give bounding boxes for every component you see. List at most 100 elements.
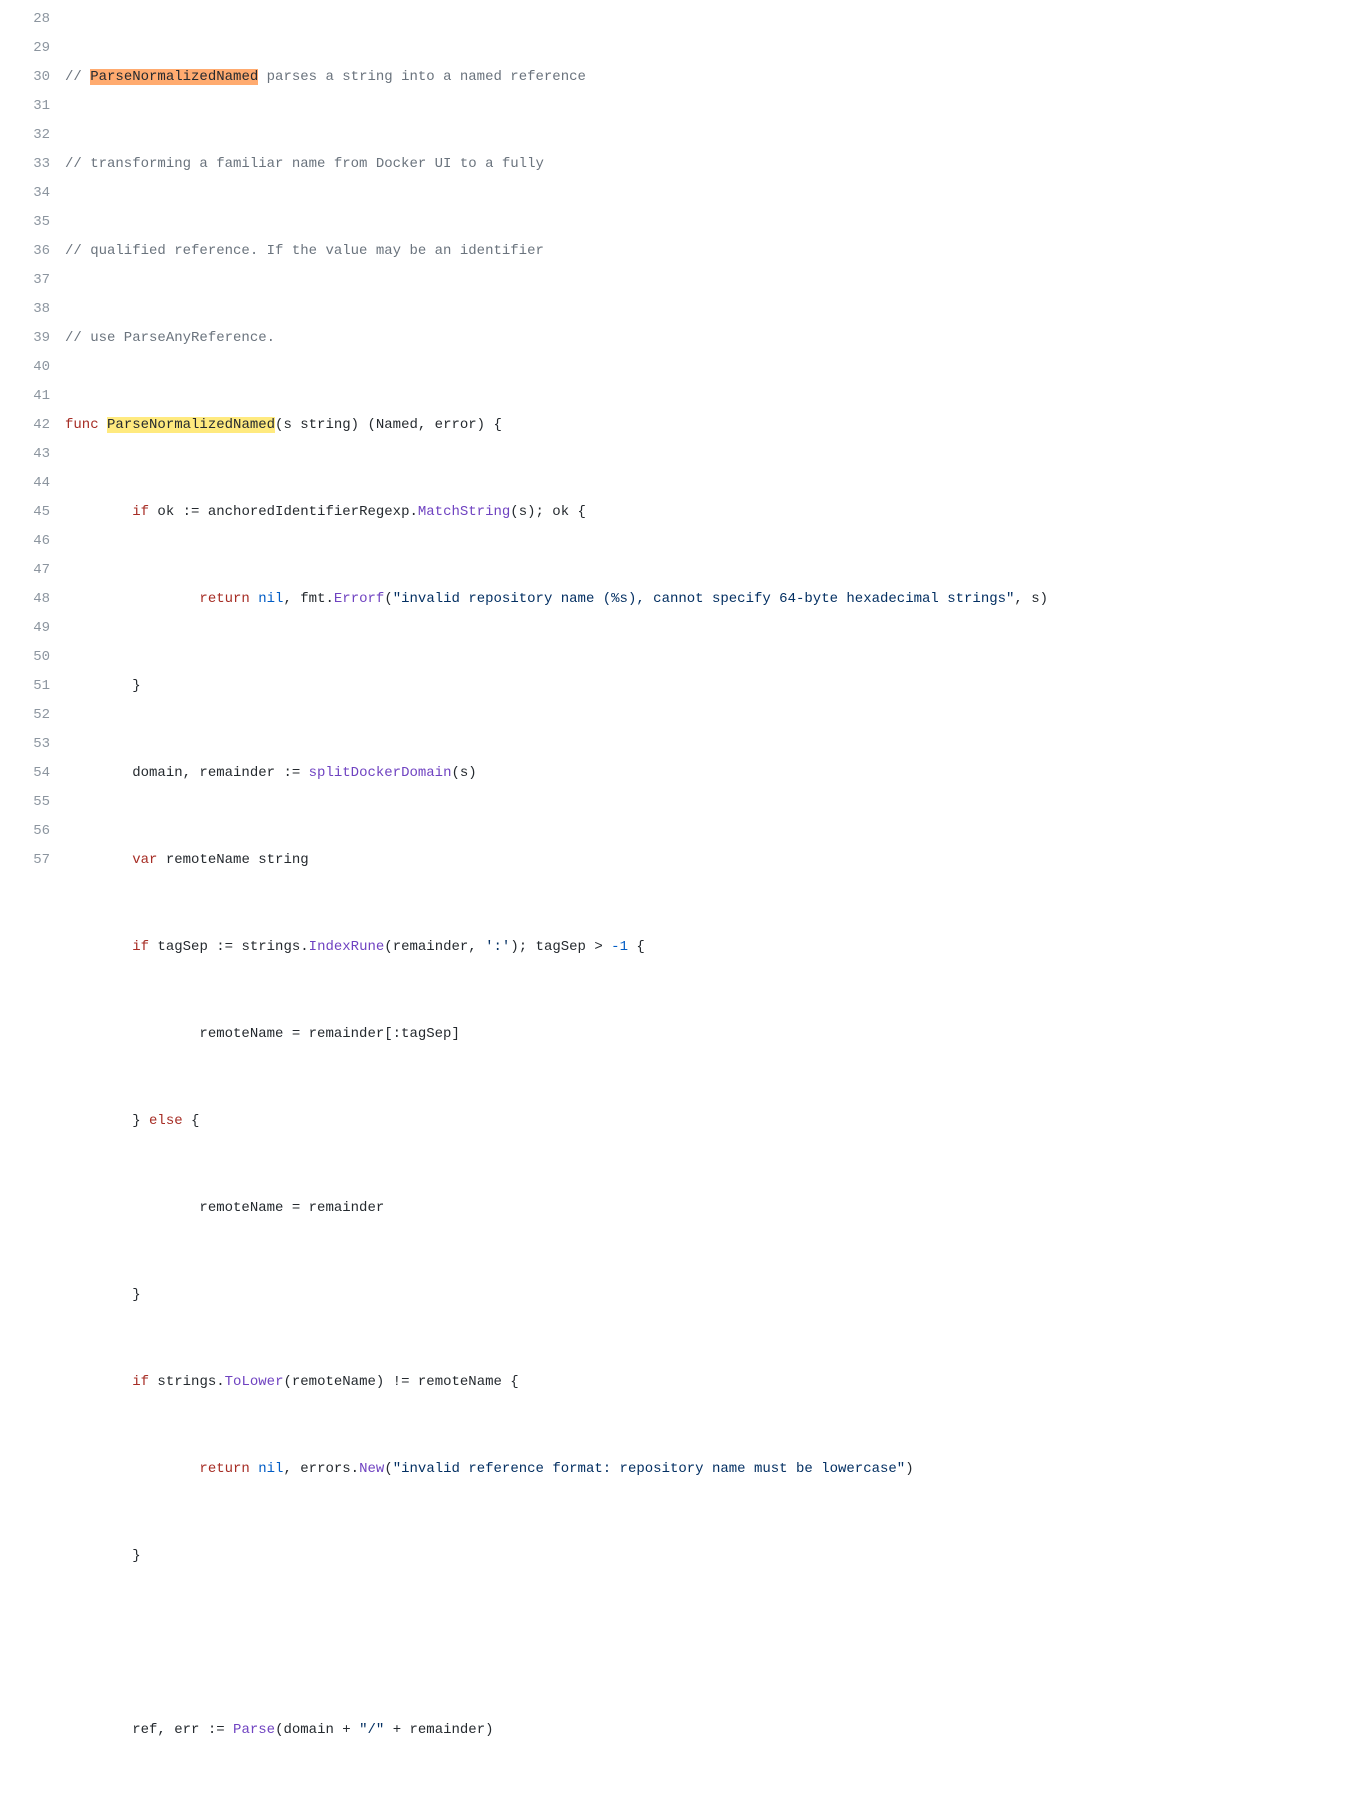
indent <box>65 1461 199 1477</box>
code-line: if ok := anchoredIdentifierRegexp.MatchS… <box>65 498 1367 527</box>
function-call: New <box>359 1461 384 1477</box>
space <box>250 1461 258 1477</box>
code-line: } <box>65 1281 1367 1310</box>
code-text: remoteName string <box>157 852 308 868</box>
code-line: } else { <box>65 1107 1367 1136</box>
nil-literal: nil <box>258 1461 283 1477</box>
line-number[interactable]: 28 <box>0 5 50 34</box>
indent <box>65 852 132 868</box>
comment-text: // use ParseAnyReference. <box>65 330 275 346</box>
keyword: return <box>199 1461 249 1477</box>
line-number[interactable]: 32 <box>0 121 50 150</box>
code-line: if tagSep := strings.IndexRune(remainder… <box>65 933 1367 962</box>
comment-text: // qualified reference. If the value may… <box>65 243 544 259</box>
code-line: remoteName = remainder <box>65 1194 1367 1223</box>
code-container: 28 29 30 31 32 33 34 35 36 37 38 39 40 4… <box>0 0 1367 1810</box>
line-number[interactable]: 36 <box>0 237 50 266</box>
string-literal: "/" <box>359 1722 384 1738</box>
code-text: err != <box>149 1809 216 1810</box>
indent <box>65 591 199 607</box>
line-number[interactable]: 53 <box>0 730 50 759</box>
line-number[interactable]: 30 <box>0 63 50 92</box>
indent <box>65 765 132 781</box>
line-number[interactable]: 43 <box>0 440 50 469</box>
line-number[interactable]: 37 <box>0 266 50 295</box>
code-text: ref, err := <box>132 1722 233 1738</box>
line-number[interactable]: 47 <box>0 556 50 585</box>
line-number[interactable]: 33 <box>0 150 50 179</box>
line-number[interactable]: 44 <box>0 469 50 498</box>
code-line: remoteName = remainder[:tagSep] <box>65 1020 1367 1049</box>
code-area[interactable]: // ParseNormalizedNamed parses a string … <box>65 5 1367 1810</box>
line-number[interactable]: 42 <box>0 411 50 440</box>
code-text: (domain + <box>275 1722 359 1738</box>
string-literal: ':' <box>485 939 510 955</box>
code-text: + remainder) <box>384 1722 493 1738</box>
function-call: splitDockerDomain <box>309 765 452 781</box>
code-text: (s string) (Named, error) { <box>275 417 502 433</box>
code-text: , errors. <box>283 1461 359 1477</box>
line-number[interactable]: 52 <box>0 701 50 730</box>
line-number[interactable]: 40 <box>0 353 50 382</box>
code-line: var remoteName string <box>65 846 1367 875</box>
function-call: Parse <box>233 1722 275 1738</box>
code-text: ( <box>384 591 392 607</box>
function-call: IndexRune <box>309 939 385 955</box>
line-number[interactable]: 56 <box>0 817 50 846</box>
indent <box>65 939 132 955</box>
keyword: if <box>132 1374 149 1390</box>
highlight-yellow-funcname: ParseNormalizedNamed <box>107 417 275 433</box>
string-literal: "invalid repository name (%s), cannot sp… <box>393 591 1015 607</box>
line-number[interactable]: 34 <box>0 179 50 208</box>
line-number[interactable]: 55 <box>0 788 50 817</box>
code-text: { <box>628 939 645 955</box>
line-number[interactable]: 49 <box>0 614 50 643</box>
indent <box>65 1548 132 1564</box>
indent <box>65 1374 132 1390</box>
line-number[interactable]: 35 <box>0 208 50 237</box>
code-text: { <box>241 1809 258 1810</box>
line-number[interactable]: 46 <box>0 527 50 556</box>
code-line: return nil, errors.New("invalid referenc… <box>65 1455 1367 1484</box>
line-number[interactable]: 57 <box>0 846 50 875</box>
function-call: MatchString <box>418 504 510 520</box>
code-text: } <box>132 1287 140 1303</box>
line-number[interactable]: 48 <box>0 585 50 614</box>
keyword: if <box>132 504 149 520</box>
code-line: if err != nil { <box>65 1803 1367 1810</box>
keyword: return <box>199 591 249 607</box>
indent <box>65 1722 132 1738</box>
code-text: domain, remainder := <box>132 765 308 781</box>
code-text: (s) <box>451 765 476 781</box>
line-number[interactable]: 54 <box>0 759 50 788</box>
code-text: ) <box>905 1461 913 1477</box>
nil-literal: nil <box>216 1809 241 1810</box>
line-number[interactable]: 31 <box>0 92 50 121</box>
keyword: if <box>132 939 149 955</box>
keyword: if <box>132 1809 149 1810</box>
indent <box>65 504 132 520</box>
indent <box>65 1113 132 1129</box>
line-number[interactable]: 29 <box>0 34 50 63</box>
line-number[interactable]: 51 <box>0 672 50 701</box>
code-text: } <box>132 678 140 694</box>
line-number[interactable]: 50 <box>0 643 50 672</box>
code-line: domain, remainder := splitDockerDomain(s… <box>65 759 1367 788</box>
highlight-orange: ParseNormalizedNamed <box>90 69 258 85</box>
code-text: ); tagSep > <box>510 939 611 955</box>
line-number[interactable]: 39 <box>0 324 50 353</box>
code-line <box>65 1629 1367 1658</box>
indent <box>65 1809 132 1810</box>
keyword: var <box>132 852 157 868</box>
line-number[interactable]: 41 <box>0 382 50 411</box>
keyword: func <box>65 417 99 433</box>
indent <box>65 678 132 694</box>
code-line: return nil, fmt.Errorf("invalid reposito… <box>65 585 1367 614</box>
code-line: } <box>65 672 1367 701</box>
line-number[interactable]: 38 <box>0 295 50 324</box>
code-text: } <box>132 1113 149 1129</box>
space <box>99 417 107 433</box>
code-text: , s) <box>1014 591 1048 607</box>
function-call: Errorf <box>334 591 384 607</box>
line-number[interactable]: 45 <box>0 498 50 527</box>
